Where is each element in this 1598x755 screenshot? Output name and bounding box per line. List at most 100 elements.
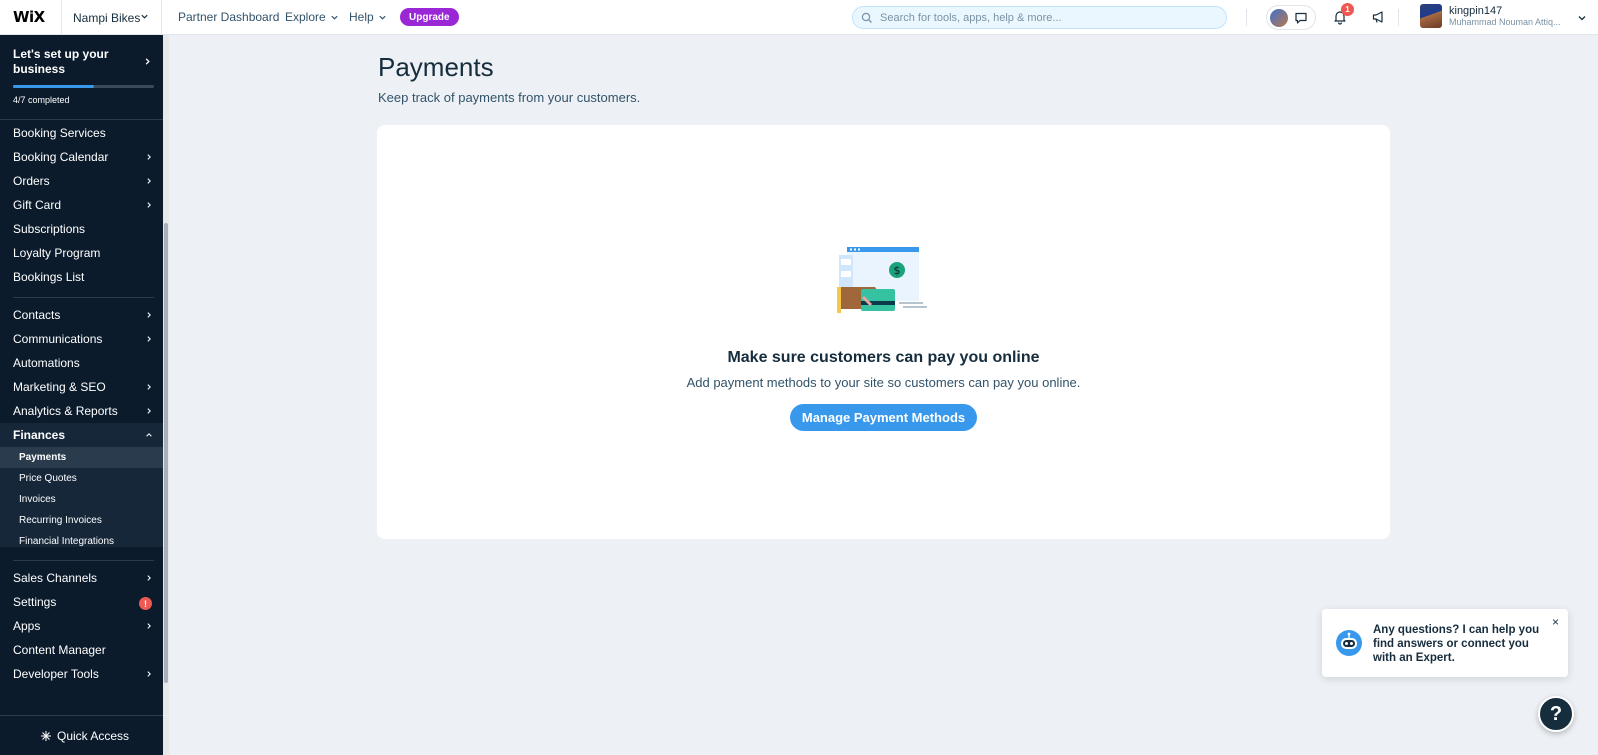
robot-icon: [1336, 630, 1362, 656]
sidebar-item-settings[interactable]: Settings: [13, 592, 153, 612]
setup-progress-fill: [13, 85, 94, 88]
sidebar-item-label: Communications: [13, 332, 103, 346]
sidebar-scrollbar[interactable]: [163, 35, 169, 755]
help-menu[interactable]: Help: [349, 10, 387, 24]
search-placeholder: Search for tools, apps, help & more...: [880, 11, 1062, 24]
megaphone-icon[interactable]: [1371, 9, 1387, 25]
chevron-up-icon: [146, 433, 152, 437]
chevron-right-icon: [147, 671, 151, 677]
sidebar-divider: [13, 297, 154, 298]
user-fullname: Muhammad Nouman Attiq...: [1449, 16, 1561, 27]
chevron-right-icon: [147, 312, 151, 318]
user-menu[interactable]: kingpin147 Muhammad Nouman Attiq...: [1420, 4, 1561, 28]
explore-menu[interactable]: Explore: [285, 10, 339, 24]
partner-dashboard-link[interactable]: Partner Dashboard: [178, 10, 279, 24]
chevron-down-icon: [379, 15, 386, 20]
divider: [1398, 9, 1399, 26]
sidebar-item-label: Developer Tools: [13, 667, 99, 681]
chevron-right-icon: [147, 154, 151, 160]
chat-button[interactable]: [1266, 5, 1316, 30]
sidebar-subitem-financial-integrations[interactable]: Financial Integrations: [19, 532, 114, 550]
sparkle-icon: [40, 730, 51, 741]
setup-card[interactable]: Let's set up your business 4/7 completed: [0, 35, 163, 120]
sidebar-item-apps[interactable]: Apps: [13, 616, 153, 636]
user-name: kingpin147: [1449, 4, 1503, 17]
quick-access-label: Quick Access: [56, 728, 130, 743]
chevron-right-icon: [147, 178, 151, 184]
chevron-down-icon[interactable]: [1577, 13, 1587, 23]
help-label: Help: [349, 10, 374, 24]
empty-state-card: $ Make sure customers can pay you online…: [377, 125, 1390, 539]
payment-illustration-icon: $: [837, 247, 927, 313]
sidebar-item-analytics-reports[interactable]: Analytics & Reports: [13, 401, 153, 421]
site-selector[interactable]: Nampi Bikes: [61, 0, 162, 35]
sidebar-item-label: Finances: [13, 428, 66, 442]
sidebar-subitem-payments[interactable]: Payments: [19, 448, 66, 466]
settings-alert-badge: !: [139, 597, 152, 610]
chevron-down-icon: [331, 15, 338, 20]
wix-logo[interactable]: WiX: [13, 8, 45, 26]
partner-dashboard-label: Partner Dashboard: [178, 10, 280, 24]
sidebar-item-gift-card[interactable]: Gift Card: [13, 195, 153, 215]
sidebar-item-sales-channels[interactable]: Sales Channels: [13, 568, 153, 588]
sidebar-item-automations[interactable]: Automations: [13, 353, 153, 373]
sidebar-item-label: Marketing & SEO: [13, 380, 106, 394]
page-subtitle: Keep track of payments from your custome…: [378, 90, 641, 105]
setup-title: Let's set up your business: [13, 47, 109, 76]
search-icon: [861, 12, 872, 23]
page-title: Payments: [378, 52, 494, 82]
sidebar-subitem-price-quotes[interactable]: Price Quotes: [19, 469, 77, 487]
sidebar-item-booking-calendar[interactable]: Booking Calendar: [13, 147, 153, 167]
search-input[interactable]: Search for tools, apps, help & more...: [852, 6, 1227, 29]
sidebar-item-communications[interactable]: Communications: [13, 329, 153, 349]
chevron-right-icon: [147, 384, 151, 390]
sidebar-item-booking-services[interactable]: Booking Services: [13, 123, 153, 143]
assistant-message: Any questions? I can help you find answe…: [1373, 624, 1540, 664]
chevron-right-icon: [147, 575, 151, 581]
sidebar-item-finances[interactable]: Finances: [13, 425, 153, 445]
sidebar-item-developer-tools[interactable]: Developer Tools: [13, 664, 153, 684]
top-bar: WiX Nampi Bikes Partner Dashboard Explor…: [0, 0, 1598, 35]
sidebar-item-label: Analytics & Reports: [13, 404, 118, 418]
empty-state-title: Make sure customers can pay you online: [727, 349, 1040, 366]
site-name: Nampi Bikes: [73, 10, 141, 25]
sidebar: Let's set up your business 4/7 completed…: [0, 35, 169, 755]
assistant-popup: Any questions? I can help you find answe…: [1322, 609, 1568, 677]
close-icon[interactable]: ×: [1552, 615, 1559, 629]
explore-label: Explore: [285, 10, 326, 24]
sidebar-divider: [13, 560, 154, 561]
manage-payment-methods-button[interactable]: Manage Payment Methods: [790, 404, 977, 431]
quick-access-button[interactable]: Quick Access: [0, 715, 169, 755]
empty-state-subtitle: Add payment methods to your site so cust…: [686, 375, 1081, 390]
sidebar-item-label: Booking Calendar: [13, 150, 109, 164]
sidebar-item-label: Apps: [13, 619, 41, 633]
chevron-down-icon: [141, 14, 148, 19]
help-button[interactable]: ?: [1538, 696, 1574, 732]
sidebar-item-label: Sales Channels: [13, 571, 98, 585]
agent-avatar: [1270, 8, 1288, 27]
chevron-right-icon: [145, 58, 150, 65]
chevron-right-icon: [147, 336, 151, 342]
chevron-right-icon: [147, 202, 151, 208]
chevron-right-icon: [147, 408, 151, 414]
chat-icon: [1295, 12, 1307, 24]
divider: [1246, 9, 1247, 26]
sidebar-item-marketing-seo[interactable]: Marketing & SEO: [13, 377, 153, 397]
sidebar-item-orders[interactable]: Orders: [13, 171, 153, 191]
svg-text:$: $: [894, 264, 901, 277]
scrollbar-thumb[interactable]: [164, 223, 168, 683]
sidebar-item-loyalty-program[interactable]: Loyalty Program: [13, 243, 153, 263]
upgrade-button[interactable]: Upgrade: [400, 8, 459, 26]
notification-badge: 1: [1341, 3, 1354, 16]
sidebar-item-bookings-list[interactable]: Bookings List: [13, 267, 153, 287]
sidebar-subitem-invoices[interactable]: Invoices: [19, 490, 56, 508]
sidebar-item-label: Contacts: [13, 308, 61, 322]
sidebar-item-content-manager[interactable]: Content Manager: [13, 640, 153, 660]
sidebar-subitem-recurring-invoices[interactable]: Recurring Invoices: [19, 511, 102, 529]
setup-progress-text: 4/7 completed: [13, 95, 70, 105]
setup-progress-bar: [13, 85, 154, 88]
sidebar-item-contacts[interactable]: Contacts: [13, 305, 153, 325]
sidebar-item-label: Gift Card: [13, 198, 62, 212]
sidebar-item-subscriptions[interactable]: Subscriptions: [13, 219, 153, 239]
sidebar-item-label: Orders: [13, 174, 50, 188]
